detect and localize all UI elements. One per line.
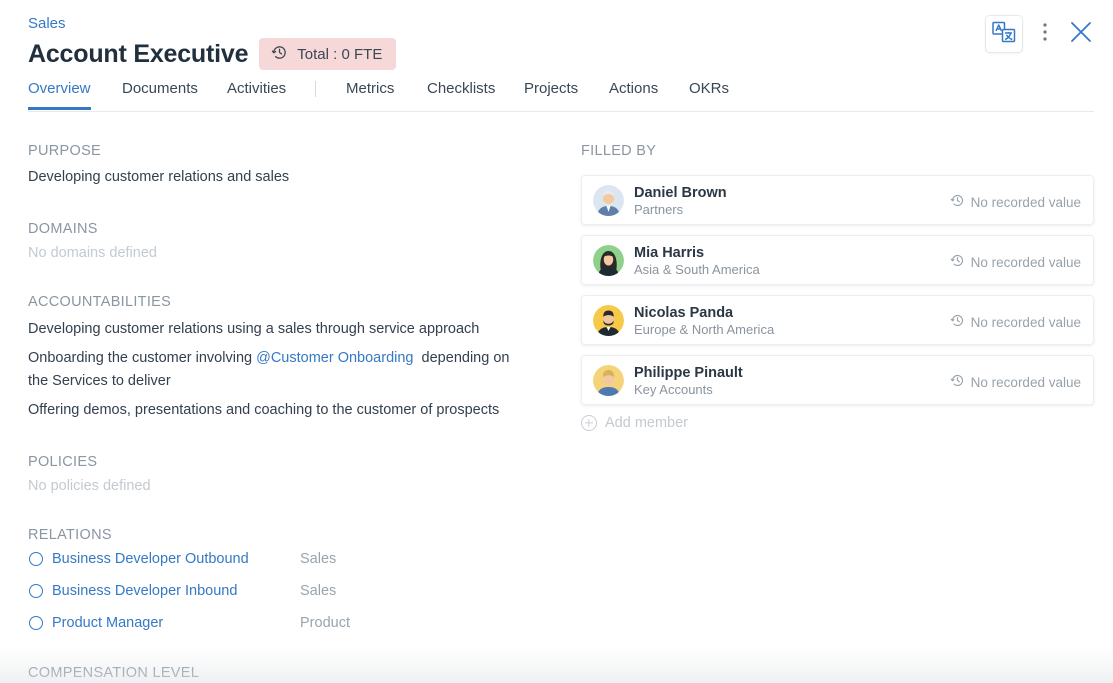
member-card-mia-harris[interactable]: Mia Harris Asia & South America No recor… [581, 235, 1094, 285]
accountability-text: Onboarding the customer involving [28, 350, 257, 366]
tab-divider [315, 81, 316, 97]
relation-group: Sales [300, 551, 337, 567]
member-value: No recorded value [950, 193, 1081, 211]
avatar [593, 365, 624, 396]
relation-radio[interactable] [29, 616, 43, 630]
member-card-daniel-brown[interactable]: Daniel Brown Partners No recorded value [581, 175, 1094, 225]
member-team: Asia & South America [634, 262, 760, 277]
relation-item: Business Developer Outbound Sales [28, 551, 336, 567]
fte-badge[interactable]: Total : 0 FTE [259, 38, 397, 70]
member-team: Key Accounts [634, 382, 713, 397]
more-vertical-icon [1042, 22, 1048, 47]
accountability-item: Offering demos, presentations and coachi… [28, 402, 500, 418]
close-button[interactable] [1067, 16, 1095, 52]
relation-group: Sales [300, 583, 337, 599]
member-name: Daniel Brown [634, 185, 727, 201]
relation-item: Product Manager Product [28, 615, 350, 631]
page-title: Account Executive [28, 39, 249, 68]
history-icon [950, 313, 965, 331]
tab-activities[interactable]: Activities [227, 80, 286, 109]
breadcrumb-sales[interactable]: Sales [28, 15, 66, 32]
member-team: Europe & North America [634, 322, 775, 337]
tab-projects[interactable]: Projects [524, 80, 578, 109]
tab-metrics[interactable]: Metrics [346, 80, 394, 109]
avatar [593, 185, 624, 216]
relation-name[interactable]: Business Developer Outbound [52, 551, 300, 567]
member-name: Nicolas Panda [634, 305, 734, 321]
member-card-nicolas-panda[interactable]: Nicolas Panda Europe & North America No … [581, 295, 1094, 345]
add-member-label: Add member [605, 415, 689, 431]
accountability-item: Onboarding the customer involving @Custo… [28, 347, 518, 393]
purpose-label: PURPOSE [28, 143, 102, 159]
member-value: No recorded value [950, 373, 1081, 391]
member-value-text: No recorded value [970, 194, 1081, 210]
relation-radio[interactable] [29, 552, 43, 566]
tab-okrs[interactable]: OKRs [689, 80, 729, 109]
member-value-text: No recorded value [970, 314, 1081, 330]
policies-label: POLICIES [28, 454, 98, 470]
relation-name[interactable]: Business Developer Inbound [52, 583, 300, 599]
tab-overview[interactable]: Overview [28, 80, 91, 110]
add-member-button[interactable]: Add member [581, 415, 688, 431]
accountabilities-label: ACCOUNTABILITIES [28, 294, 172, 310]
translate-button[interactable] [985, 15, 1023, 53]
filled-by-label: FILLED BY [581, 143, 657, 159]
domains-label: DOMAINS [28, 221, 98, 237]
tab-bar: Overview Documents Activities Metrics Ch… [28, 77, 1094, 112]
relation-radio[interactable] [29, 584, 43, 598]
member-value-text: No recorded value [970, 374, 1081, 390]
header-actions [985, 15, 1095, 53]
translate-icon [992, 21, 1016, 48]
tab-documents[interactable]: Documents [122, 80, 198, 109]
more-options-button[interactable] [1033, 16, 1057, 52]
history-icon [950, 193, 965, 211]
member-team: Partners [634, 202, 684, 217]
history-icon [950, 373, 965, 391]
member-card-philippe-pinault[interactable]: Philippe Pinault Key Accounts No recorde… [581, 355, 1094, 405]
close-icon [1070, 21, 1092, 48]
member-name: Philippe Pinault [634, 365, 743, 381]
avatar [593, 245, 624, 276]
relation-item: Business Developer Inbound Sales [28, 583, 336, 599]
title-row: Account Executive Total : 0 FTE [28, 38, 397, 70]
relation-group: Product [300, 615, 350, 631]
member-value: No recorded value [950, 253, 1081, 271]
member-value-text: No recorded value [970, 254, 1081, 270]
member-value: No recorded value [950, 313, 1081, 331]
tab-actions[interactable]: Actions [609, 80, 658, 109]
plus-circle-icon [581, 415, 597, 431]
member-name: Mia Harris [634, 245, 705, 261]
accountability-item: Developing customer relations using a sa… [28, 321, 480, 337]
tab-checklists[interactable]: Checklists [427, 80, 495, 109]
history-icon [950, 253, 965, 271]
purpose-text: Developing customer relations and sales [28, 169, 290, 185]
relation-name[interactable]: Product Manager [52, 615, 300, 631]
avatar [593, 305, 624, 336]
compensation-label: COMPENSATION LEVEL [28, 665, 200, 681]
customer-onboarding-link[interactable]: @Customer Onboarding [256, 350, 413, 366]
domains-empty: No domains defined [28, 245, 157, 261]
fte-badge-label: Total : 0 FTE [297, 45, 383, 63]
policies-empty: No policies defined [28, 478, 151, 494]
relations-label: RELATIONS [28, 527, 112, 543]
history-icon [271, 44, 288, 65]
